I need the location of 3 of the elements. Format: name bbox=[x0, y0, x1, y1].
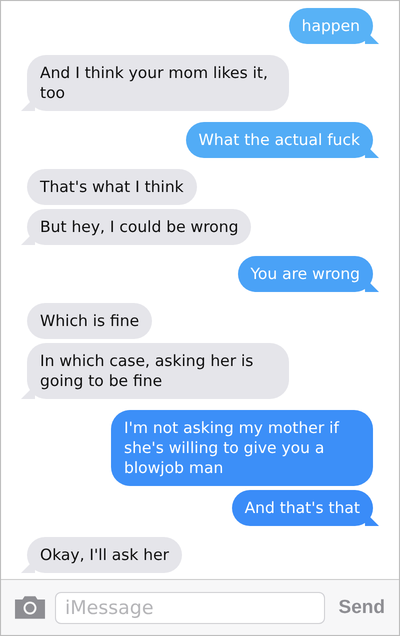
message-input-field[interactable]: iMessage bbox=[55, 592, 325, 624]
send-button[interactable]: Send bbox=[334, 596, 389, 618]
camera-icon[interactable] bbox=[15, 596, 45, 619]
